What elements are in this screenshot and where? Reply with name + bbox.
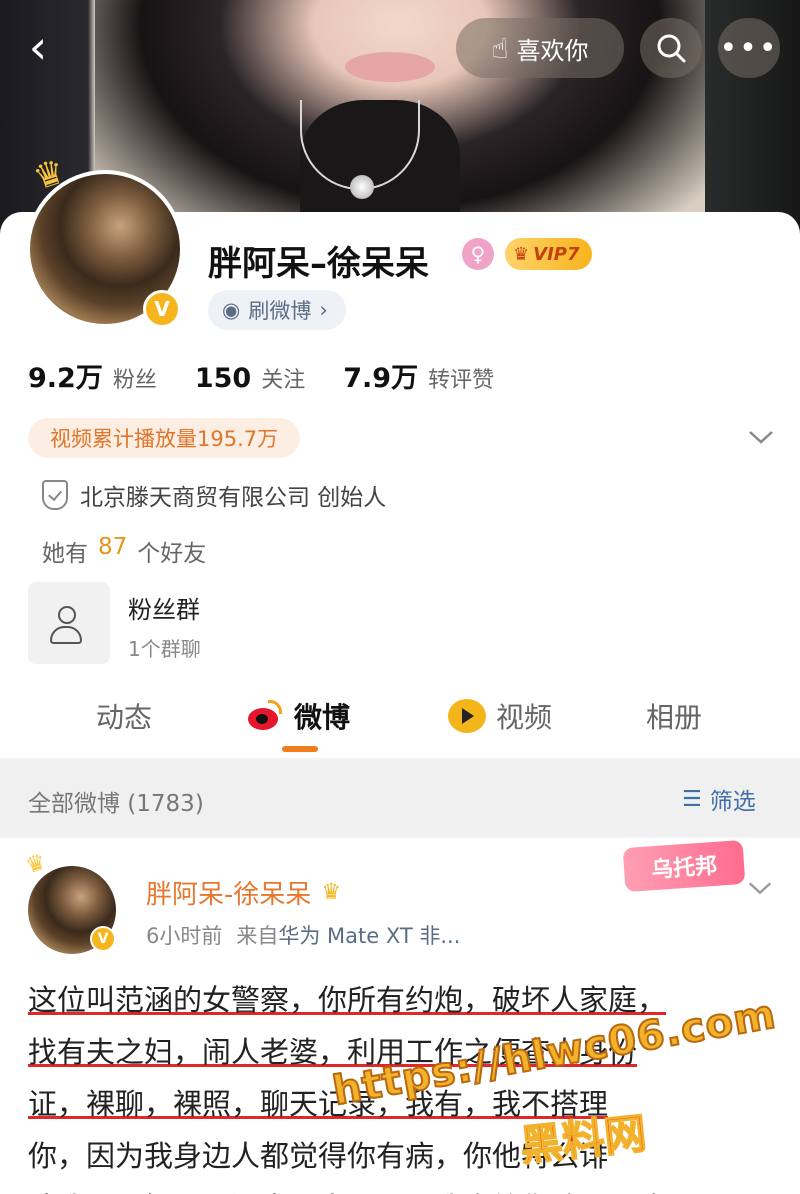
tab-label: 微博 xyxy=(294,701,351,734)
vip-crown-icon: ♛ xyxy=(513,243,530,265)
friends-suffix: 个好友 xyxy=(137,541,207,567)
search-button[interactable] xyxy=(640,18,702,78)
friends-prefix: 她有 xyxy=(42,541,88,567)
stat-value: 150 xyxy=(194,363,252,394)
post-source-prefix: 来自 xyxy=(236,924,279,948)
post-text-line: 找有夫之妇，闹人老婆，利用工作之便查人身份 xyxy=(28,1035,638,1069)
active-tab-indicator xyxy=(282,746,318,752)
post-text[interactable]: 这位叫范涵的女警察，你所有约炮，破坏人家庭， 找有夫之妇，闹人老婆，利用工作之便… xyxy=(28,974,758,1194)
all-posts-count: 全部微博 (1783) xyxy=(28,791,204,817)
weibo-logo-icon: ◉ xyxy=(222,298,241,322)
vip-badge[interactable]: ♛ VIP7 xyxy=(505,238,592,270)
friends-count: 87 xyxy=(98,534,128,560)
tab-album[interactable]: 相册 xyxy=(646,696,702,736)
video-play-icon xyxy=(448,699,486,733)
chevron-down-icon[interactable] xyxy=(746,422,776,452)
post-text-line: 这位叫范涵的女警察，你所有约炮，破坏人家庭， xyxy=(28,983,667,1017)
tab-weibo[interactable]: 微博 xyxy=(246,696,350,736)
stat-label: 关注 xyxy=(261,368,306,393)
tab-dynamic[interactable]: 动态 xyxy=(96,696,152,736)
banner-lips xyxy=(345,52,435,82)
like-you-label: 喜欢你 xyxy=(516,36,589,65)
post-source[interactable]: 华为 Mate XT 非... xyxy=(278,920,460,950)
verified-badge-icon: V xyxy=(90,926,116,952)
like-you-button[interactable]: ☝ 喜欢你 xyxy=(456,18,624,78)
stat-value: 9.2万 xyxy=(28,363,103,394)
company-label: 北京滕天商贸有限公司 创始人 xyxy=(80,485,387,511)
more-dots-icon: ••• xyxy=(719,30,779,66)
post-text-line: 你，因为我身边人都觉得你有病，你他特么诽 xyxy=(28,1139,609,1173)
hand-heart-icon: ☝ xyxy=(491,31,509,65)
post-meta: 6小时前 来自 华为 Mate XT 非... xyxy=(146,920,460,950)
stat-followers[interactable]: 9.2万 粉丝 xyxy=(28,356,157,395)
filter-label: 筛选 xyxy=(709,789,756,815)
filter-icon: ☰ xyxy=(682,786,702,812)
chevron-right-icon: › xyxy=(319,298,328,322)
stat-value: 7.9万 xyxy=(343,363,419,394)
filter-button[interactable]: ☰ 筛选 xyxy=(682,782,756,816)
brush-weibo-button[interactable]: ◉ 刷微博 › xyxy=(208,290,346,330)
back-button[interactable]: ‹ xyxy=(18,22,58,72)
fan-group-subtitle: 1个群聊 xyxy=(128,637,201,661)
search-icon xyxy=(657,34,686,63)
verified-badge-icon: V xyxy=(143,290,181,328)
vip-label: VIP7 xyxy=(533,243,580,265)
fan-group-title[interactable]: 粉丝群 xyxy=(128,590,200,625)
filter-bar: 全部微博 (1783) ☰ 筛选 xyxy=(0,760,800,836)
video-views-badge[interactable]: 视频累计播放量195.7万 xyxy=(28,418,301,458)
back-chevron-icon: ‹ xyxy=(28,20,48,74)
stat-label: 转评赞 xyxy=(428,368,495,393)
tab-label: 动态 xyxy=(96,701,153,734)
post-author[interactable]: 胖阿呆-徐呆呆 ♛ xyxy=(146,874,341,911)
user-body-icon xyxy=(50,626,82,644)
shield-icon xyxy=(42,480,68,510)
tab-label: 视频 xyxy=(496,701,553,734)
company-info: 北京滕天商贸有限公司 创始人 xyxy=(42,478,386,512)
chevron-down-icon[interactable] xyxy=(746,874,774,908)
friends-info[interactable]: 她有 87 个好友 xyxy=(42,534,206,568)
brush-weibo-label: 刷微博 xyxy=(248,299,312,323)
tab-video[interactable]: 视频 xyxy=(448,696,552,736)
vip-crown-icon: ♛ xyxy=(321,880,342,905)
stat-following[interactable]: 150 关注 xyxy=(195,362,305,394)
banner-pendant xyxy=(350,175,374,199)
user-head-icon xyxy=(58,606,76,624)
tab-label: 相册 xyxy=(646,701,703,734)
post-time: 6小时前 xyxy=(146,924,223,948)
post-text-line: 谤我啊，妈了逼没事骂人父母，我真给你脸了，这 xyxy=(28,1182,758,1194)
stat-label: 粉丝 xyxy=(112,368,157,393)
profile-name: 胖阿呆–徐呆呆 xyxy=(208,244,429,284)
post-author-name: 胖阿呆-徐呆呆 xyxy=(146,880,312,910)
profile-stats: 9.2万 粉丝 150 关注 7.9万 转评赞 xyxy=(28,356,494,395)
post-text-line: 证，裸聊，裸照，聊天记录，我有，我不搭理 xyxy=(28,1087,609,1121)
female-icon: ♀ xyxy=(462,238,494,270)
profile-tabs: 动态 微博 视频 相册 xyxy=(0,676,800,758)
post-tag-badge: 乌托邦 xyxy=(622,839,746,893)
more-button[interactable]: ••• xyxy=(718,18,780,78)
post-card: ♛ V 胖阿呆-徐呆呆 ♛ 6小时前 来自 华为 Mate XT 非... 乌托… xyxy=(0,838,800,1194)
weibo-icon xyxy=(246,700,284,732)
fan-group-icon[interactable] xyxy=(28,582,110,664)
stat-interactions[interactable]: 7.9万 转评赞 xyxy=(343,356,494,395)
